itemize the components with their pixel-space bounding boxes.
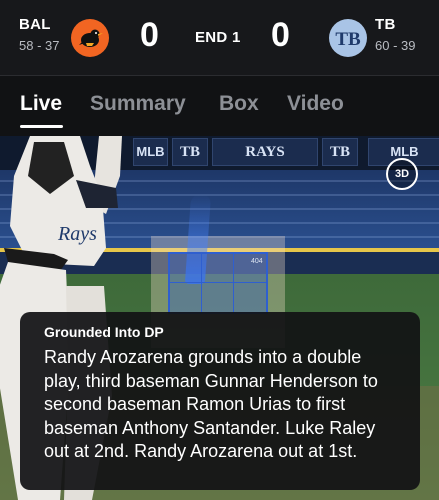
play-description: Randy Arozarena grounds into a double pl… [44, 347, 378, 462]
active-tab-indicator [20, 125, 63, 128]
rays-logo-icon[interactable]: TB [329, 19, 367, 57]
svg-text:Rays: Rays [57, 223, 97, 245]
scoreboard: BAL 58 - 37 0 END 1 0 TB TB 60 - 39 [0, 0, 439, 76]
tab-video[interactable]: Video [287, 92, 344, 116]
sign-tb-right: TB [322, 138, 358, 166]
play-title: Grounded Into DP [44, 324, 164, 340]
away-score: 0 [140, 16, 159, 54]
game-visualization[interactable]: TB RAYS TB MLB MLB 404 Rays 3D Grounded … [0, 136, 439, 500]
orioles-logo-icon[interactable] [71, 19, 109, 57]
away-team-abbr: BAL [19, 16, 51, 33]
home-score: 0 [271, 16, 290, 54]
home-team[interactable]: TB 60 - 39 [375, 16, 415, 53]
tab-summary[interactable]: Summary [90, 92, 186, 116]
sign-rays: RAYS [212, 138, 318, 166]
away-team[interactable]: BAL 58 - 37 [19, 16, 59, 53]
pitch-speed-label: 404 [251, 258, 263, 265]
sign-tb-left: TB [172, 138, 208, 166]
home-team-record: 60 - 39 [375, 38, 416, 53]
3d-view-button[interactable]: 3D [386, 158, 418, 190]
away-team-record: 58 - 37 [19, 38, 60, 53]
tab-live[interactable]: Live [20, 92, 62, 116]
tab-box[interactable]: Box [219, 92, 259, 116]
svg-text:TB: TB [335, 29, 361, 50]
play-description-card: Grounded Into DP Randy Arozarena grounds… [20, 312, 420, 490]
inning-status: END 1 [195, 29, 241, 46]
tab-bar: Live Summary Box Video [0, 76, 439, 136]
home-team-abbr: TB [375, 16, 396, 33]
